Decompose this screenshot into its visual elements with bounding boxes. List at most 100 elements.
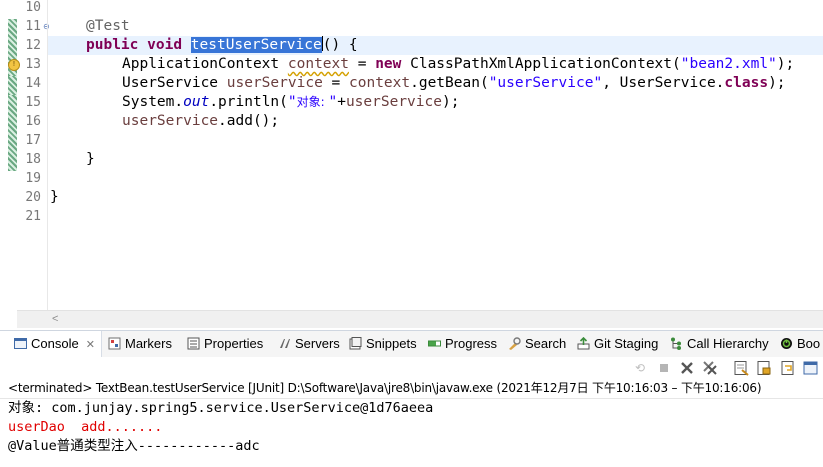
line-number: 12 (25, 38, 41, 53)
stop-icon[interactable] (656, 360, 672, 376)
string-token: " (328, 94, 338, 110)
editor-horizontal-scrollbar[interactable]: < (17, 310, 823, 328)
tab-label: Console (31, 336, 79, 351)
tab-console[interactable]: Console ✕ (0, 331, 102, 357)
tab-progress[interactable]: Progress (428, 331, 497, 357)
code-line-16[interactable]: userService.add(); (122, 112, 279, 131)
close-icon[interactable]: ✕ (86, 339, 95, 351)
code-line-20[interactable]: } (50, 188, 59, 207)
tab-label: Boo (797, 336, 821, 351)
code-token: ); (768, 75, 786, 91)
tab-markers[interactable]: Markers (108, 331, 172, 357)
selected-method-name[interactable]: testUserService (190, 37, 322, 53)
code-token: ); (776, 56, 795, 72)
word-wrap-icon[interactable] (780, 360, 796, 376)
remove-launch-icon[interactable] (679, 360, 695, 376)
search-icon (509, 337, 521, 350)
tab-label: Snippets (366, 336, 417, 351)
tab-servers[interactable]: Servers (278, 331, 340, 357)
console-output-line: @Value普通类型注入------------adc (8, 438, 260, 454)
tab-label: Search (525, 336, 567, 351)
string-token: " (287, 94, 297, 110)
tab-git-staging[interactable]: Git Staging (577, 331, 658, 357)
git-staging-icon (577, 337, 590, 350)
change-marker (8, 95, 17, 171)
tab-label: Call Hierarchy (687, 336, 769, 351)
tab-call-hierarchy[interactable]: Call Hierarchy (670, 331, 769, 357)
code-token: + (337, 94, 346, 110)
keyword-token: void (147, 37, 183, 53)
pin-console-icon[interactable] (803, 360, 819, 376)
tab-snippets[interactable]: Snippets (349, 331, 417, 357)
warning-variable-token[interactable]: context (288, 56, 349, 72)
line-number: 14 (25, 76, 41, 91)
code-line-13[interactable]: ApplicationContext context = new ClassPa… (122, 55, 794, 74)
annotation-token: @Test (86, 18, 130, 34)
code-token: } (50, 189, 59, 205)
scroll-left-arrow-icon[interactable]: < (52, 311, 58, 327)
line-number: 19 (25, 171, 41, 186)
code-token: .println( (209, 94, 288, 110)
scroll-lock-icon[interactable] (756, 360, 772, 376)
tab-label: Servers (295, 336, 340, 351)
string-token: 对象: (296, 95, 329, 109)
string-token: "userService" (488, 75, 603, 91)
line-number: 18 (25, 152, 41, 167)
code-text-area[interactable]: @Test public void testUserService() { Ap… (50, 0, 823, 310)
remove-all-terminated-icon[interactable] (702, 360, 718, 376)
editor-left-strip (0, 0, 8, 327)
launch-status-line: <terminated> TextBean.testUserService [J… (8, 381, 762, 395)
line-number: 17 (25, 133, 41, 148)
variable-token: context (349, 75, 411, 91)
change-marker (8, 76, 17, 95)
console-toolbar: ⟲ (0, 357, 823, 379)
code-token: , UserService. (602, 75, 725, 91)
code-token: ); (441, 94, 460, 110)
code-token: } (86, 151, 95, 167)
progress-icon (428, 340, 441, 347)
code-line-15[interactable]: System.out.println("对象: "+userService); (122, 93, 459, 112)
tab-label: Progress (445, 336, 498, 351)
tab-label: Git Staging (594, 336, 659, 351)
call-hierarchy-icon (671, 337, 681, 350)
keyword-token: public (86, 37, 139, 53)
servers-icon (280, 339, 290, 348)
keyword-token: class (724, 75, 769, 91)
line-number: 16 (25, 114, 41, 129)
console-view-tabbar: Console ✕ Markers Properties Servers Snip… (0, 330, 823, 358)
line-number: 10 (25, 0, 41, 15)
clear-console-icon[interactable] (733, 360, 749, 376)
code-line-11[interactable]: @Test (86, 17, 130, 36)
change-ruler (8, 0, 17, 310)
line-number: 11 (25, 19, 41, 34)
console-error-line: userDao add....... (8, 419, 163, 435)
tab-label: Properties (204, 336, 264, 351)
console-icon (14, 338, 27, 349)
variable-token: userService (226, 75, 323, 91)
properties-icon (187, 337, 200, 350)
tab-boot-dashboard[interactable]: Boo (780, 331, 820, 357)
line-number: 21 (25, 209, 41, 224)
type-token: UserService (122, 75, 227, 91)
code-token: = (322, 75, 349, 91)
tab-label: Markers (125, 336, 172, 351)
code-line-12[interactable]: public void testUserService() { (86, 36, 358, 55)
code-line-18[interactable]: } (86, 150, 95, 169)
code-editor[interactable]: 10 11 ⊖ 12 13 ! 14 15 16 17 18 19 20 21 … (0, 0, 823, 328)
code-token: .getBean( (410, 75, 489, 91)
boot-dashboard-icon (781, 338, 792, 349)
keyword-token: new (375, 56, 402, 72)
refresh-icon[interactable]: ⟲ (632, 360, 648, 376)
line-number: 20 (25, 190, 41, 205)
code-line-14[interactable]: UserService userService = context.getBea… (122, 74, 786, 93)
warning-lightbulb-icon[interactable]: ! (8, 59, 20, 71)
code-token: () { (322, 37, 358, 53)
tab-search[interactable]: Search (508, 331, 566, 357)
line-number: 13 (25, 57, 41, 72)
snippets-icon (349, 337, 362, 350)
tab-properties[interactable]: Properties (187, 331, 263, 357)
code-token: ClassPathXmlApplicationContext( (401, 56, 681, 72)
type-token: ApplicationContext (122, 56, 288, 72)
string-token: "bean2.xml" (680, 56, 777, 72)
line-number-gutter: 10 11 ⊖ 12 13 ! 14 15 16 17 18 19 20 21 (8, 0, 50, 310)
